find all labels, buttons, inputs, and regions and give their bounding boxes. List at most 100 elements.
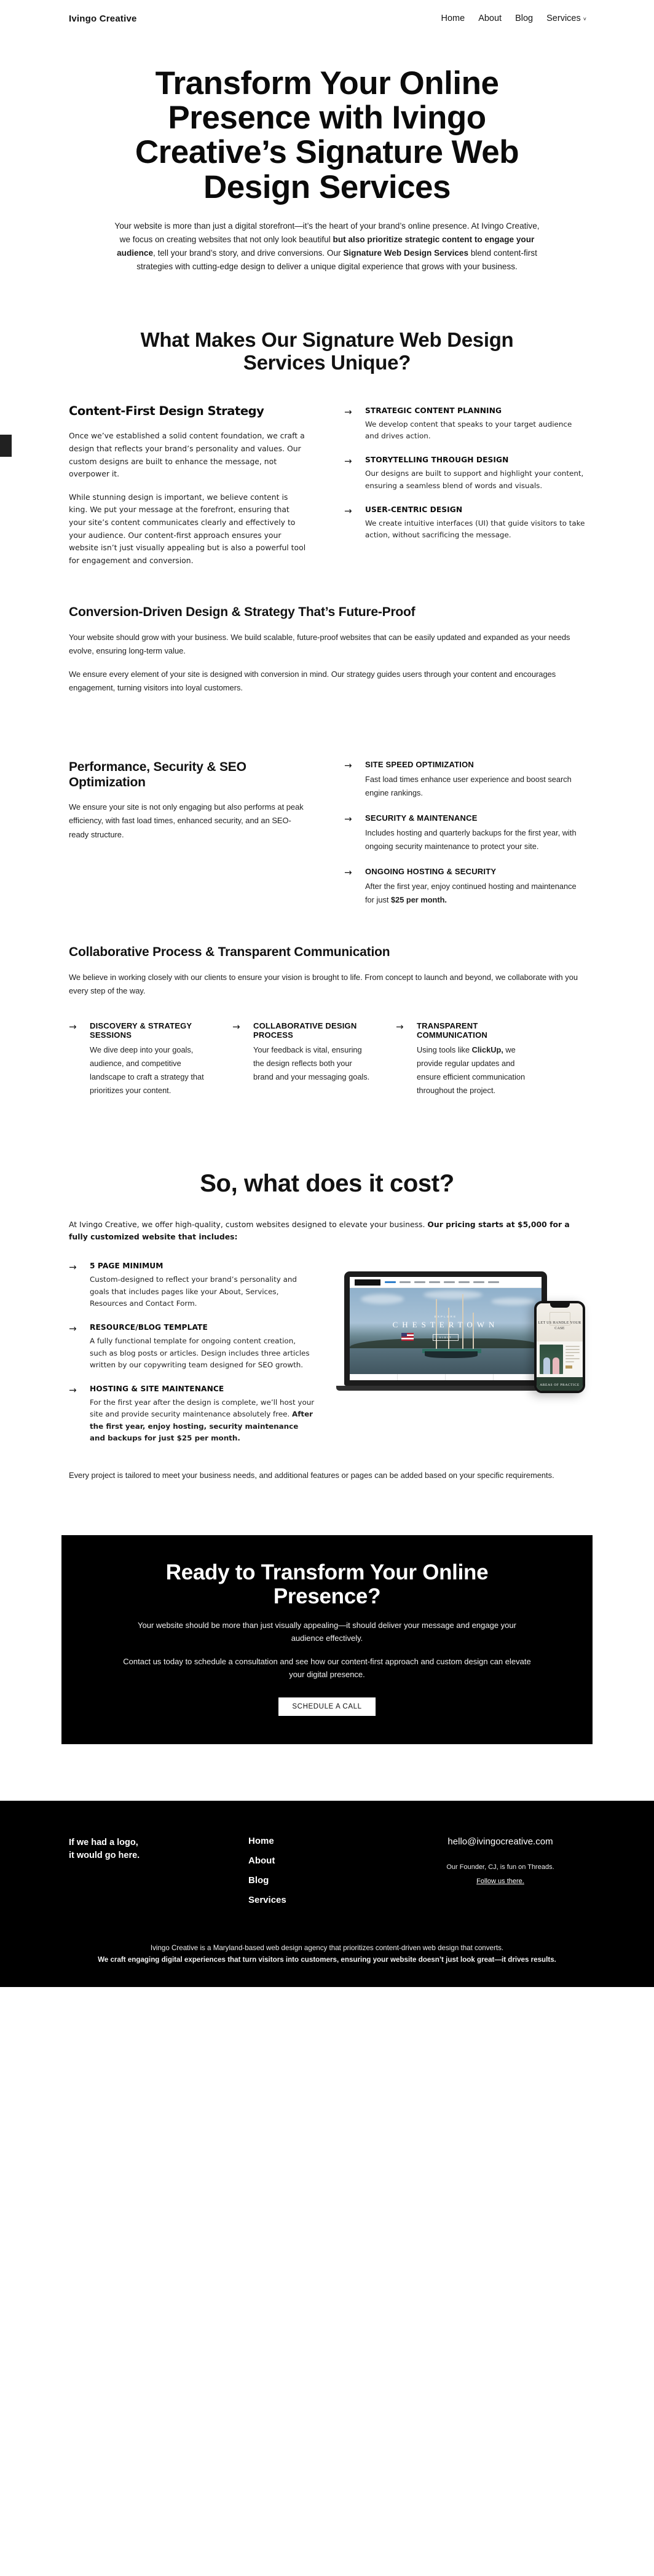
content-first-paragraph-2: While stunning design is important, we b… — [69, 492, 306, 565]
unique-feature-list: → STRATEGIC CONTENT PLANNING We develop … — [344, 404, 585, 542]
feature-text: We create intuitive interfaces (UI) that… — [365, 518, 585, 540]
feature-text: We develop content that speaks to your t… — [365, 419, 572, 440]
nav-item-blog[interactable]: Blog — [515, 14, 533, 23]
laptop-site-navlinks — [385, 1281, 499, 1284]
footer-bottom: Ivingo Creative is a Maryland-based web … — [69, 1942, 585, 1966]
phone-mockup: LET US HANDLE YOUR CASE AREAS OF PRACTIC… — [534, 1301, 585, 1394]
arrow-right-icon: → — [344, 456, 352, 467]
hero-subtitle: Your website is more than just a digital… — [112, 219, 542, 274]
column-title: TRANSPARENT COMMUNICATION — [417, 1021, 488, 1040]
list-item: → TRANSPARENT COMMUNICATION Using tools … — [396, 1021, 537, 1097]
phone-site-hero: LET US HANDLE YOUR CASE — [537, 1303, 583, 1342]
cta-panel: Ready to Transform Your Online Presence?… — [61, 1535, 593, 1744]
conversion-paragraph-1: Your website should grow with your busin… — [69, 632, 570, 655]
list-item: → DISCOVERY & STRATEGY SESSIONS We dive … — [69, 1021, 210, 1097]
nav-item-home[interactable]: Home — [441, 14, 465, 23]
feature-text: Includes hosting and quarterly backups f… — [365, 828, 577, 851]
performance-intro: Performance, Security & SEO Optimization… — [69, 760, 309, 841]
list-item: → USER-CENTRIC DESIGN We create intuitiv… — [344, 505, 585, 542]
footer-nav-blog[interactable]: Blog — [248, 1876, 416, 1885]
nav-item-services[interactable]: Services ˅ — [546, 14, 586, 23]
laptop-site-logo — [355, 1279, 380, 1286]
column-text-bold: ClickUp, — [471, 1045, 503, 1055]
schedule-a-call-button[interactable]: SCHEDULE A CALL — [278, 1697, 376, 1716]
side-tab-handle[interactable] — [0, 435, 12, 457]
pricing-media: EXPLORE CHESTERTOWN VISIT LET US HANDLE … — [336, 1262, 585, 1394]
primary-nav: Home About Blog Services ˅ — [441, 14, 587, 23]
cta-paragraph-1: Your website should be more than just vi… — [138, 1621, 516, 1643]
pricing-item-text-part: For the first year after the design is c… — [90, 1398, 315, 1419]
performance-feature-list: → SITE SPEED OPTIMIZATION Fast load time… — [344, 760, 585, 907]
site-header: Ivingo Creative Home About Blog Services… — [0, 0, 654, 37]
cta-section: Ready to Transform Your Online Presence?… — [0, 1482, 654, 1744]
laptop-site-button: VISIT — [433, 1334, 459, 1341]
list-item: → 5 PAGE MINIMUM Custom-designed to refl… — [69, 1262, 315, 1310]
pricing-item-title: HOSTING & SITE MAINTENANCE — [90, 1385, 224, 1394]
laptop-site-nav — [350, 1277, 542, 1289]
arrow-right-icon: → — [344, 867, 352, 879]
feature-title: SECURITY & MAINTENANCE — [365, 813, 478, 823]
footer-logo-column: If we had a logo, it would go here. — [69, 1836, 248, 1915]
hero-section: Transform Your Online Presence with Ivin… — [0, 37, 654, 274]
phone-site-bar: AREAS OF PRACTICE — [537, 1377, 583, 1391]
arrow-right-icon: → — [69, 1021, 77, 1033]
column-text: We dive deep into your goals, audience, … — [90, 1045, 204, 1096]
phone-notch — [550, 1303, 570, 1308]
footer-nav-about[interactable]: About — [248, 1856, 416, 1865]
cta-paragraph-2: Contact us today to schedule a consultat… — [123, 1657, 531, 1679]
device-mockup-image: EXPLORE CHESTERTOWN VISIT LET US HANDLE … — [336, 1271, 585, 1394]
column-text: Your feedback is vital, ensuring the des… — [253, 1045, 370, 1082]
footer-logo-line-1: If we had a logo, — [69, 1837, 138, 1847]
cta-title: Ready to Transform Your Online Presence? — [165, 1560, 489, 1608]
footer-founder-note: Our Founder, CJ, is fun on Threads. — [446, 1863, 554, 1871]
list-item: → STRATEGIC CONTENT PLANNING We develop … — [344, 406, 585, 443]
pricing-items: → 5 PAGE MINIMUM Custom-designed to refl… — [69, 1262, 315, 1444]
hero-sub-bold-2: Signature Web Design Services — [343, 248, 469, 258]
phone-site-title: LET US HANDLE YOUR CASE — [538, 1321, 581, 1330]
footer-bottom-line-1: Ivingo Creative is a Maryland-based web … — [150, 1943, 504, 1952]
pricing-tail-note: Every project is tailored to meet your b… — [69, 1471, 554, 1480]
list-item: → RESOURCE/BLOG TEMPLATE A fully functio… — [69, 1323, 315, 1371]
footer-nav-services[interactable]: Services — [248, 1895, 416, 1905]
laptop-site-hero: EXPLORE CHESTERTOWN VISIT — [350, 1288, 542, 1381]
conversion-heading: Conversion-Driven Design & Strategy That… — [69, 605, 416, 620]
unique-section: What Makes Our Signature Web Design Serv… — [0, 274, 654, 567]
pricing-title: So, what does it cost? — [200, 1170, 454, 1198]
feature-text: Our designs are built to support and hig… — [365, 469, 584, 490]
arrow-right-icon: → — [69, 1262, 77, 1273]
list-item: → SECURITY & MAINTENANCE Includes hostin… — [344, 813, 585, 853]
arrow-right-icon: → — [396, 1021, 404, 1033]
column-title: COLLABORATIVE DESIGN PROCESS — [253, 1021, 357, 1040]
footer-bottom-line-2: We craft engaging digital experiences th… — [98, 1956, 556, 1964]
footer-contact-column: hello@ivingocreative.com Our Founder, CJ… — [416, 1836, 585, 1915]
content-first-paragraph-1: Once we’ve established a solid content f… — [69, 431, 305, 479]
chevron-down-icon: ˅ — [583, 15, 586, 22]
collaborative-heading: Collaborative Process & Transparent Comm… — [69, 945, 390, 960]
laptop-base — [336, 1386, 555, 1391]
footer-follow-link[interactable]: Follow us there. — [476, 1878, 524, 1885]
feature-title: STRATEGIC CONTENT PLANNING — [365, 406, 502, 415]
feature-text-bold: $25 per month. — [390, 895, 447, 905]
performance-section: Performance, Security & SEO Optimization… — [0, 695, 654, 907]
feature-title: STORYTELLING THROUGH DESIGN — [365, 456, 509, 465]
arrow-right-icon: → — [344, 813, 352, 825]
conversion-paragraph-2: We ensure every element of your site is … — [69, 670, 556, 693]
list-item: → COLLABORATIVE DESIGN PROCESS Your feed… — [232, 1021, 374, 1097]
feature-text: After the first year, enjoy continued ho… — [365, 880, 585, 907]
site-footer: If we had a logo, it would go here. Home… — [0, 1800, 654, 1987]
feature-text: Fast load times enhance user experience … — [365, 775, 572, 798]
footer-nav: Home About Blog Services — [248, 1836, 416, 1915]
collaborative-columns: → DISCOVERY & STRATEGY SESSIONS We dive … — [69, 1021, 585, 1097]
laptop-site-eyebrow: EXPLORE — [434, 1315, 457, 1319]
brand-logo[interactable]: Ivingo Creative — [69, 14, 137, 24]
footer-logo-placeholder: If we had a logo, it would go here. — [69, 1836, 248, 1862]
footer-nav-home[interactable]: Home — [248, 1836, 416, 1846]
nav-item-about[interactable]: About — [478, 14, 502, 23]
arrow-right-icon: → — [232, 1021, 240, 1033]
nav-item-services-label: Services — [546, 14, 581, 23]
performance-body: We ensure your site is not only engaging… — [69, 802, 304, 839]
pricing-lede: At Ivingo Creative, we offer high-qualit… — [69, 1219, 585, 1243]
page-root: Ivingo Creative Home About Blog Services… — [0, 0, 654, 1987]
footer-email-link[interactable]: hello@ivingocreative.com — [447, 1836, 553, 1847]
performance-heading: Performance, Security & SEO Optimization — [69, 760, 246, 789]
